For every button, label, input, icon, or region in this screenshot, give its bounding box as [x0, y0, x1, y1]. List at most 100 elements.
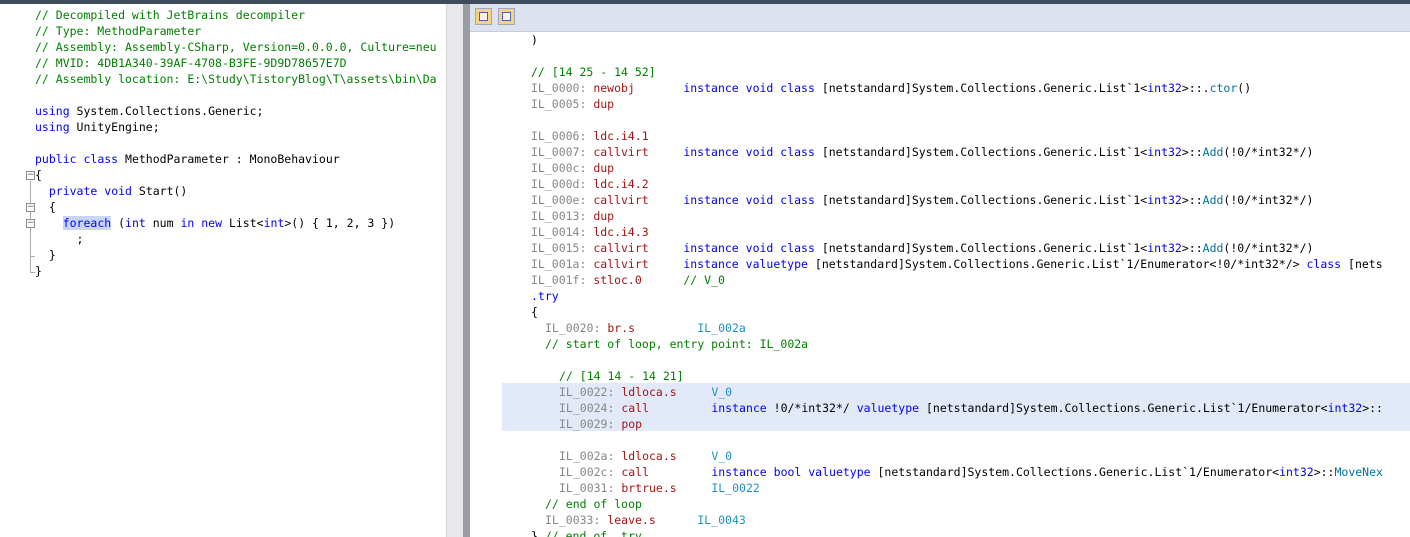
code-line[interactable]: // start of loop, entry point: IL_002a: [545, 336, 808, 352]
code-token: V_0: [711, 385, 733, 399]
code-line[interactable]: {: [35, 199, 56, 215]
il-viewer-toolbar: [470, 4, 1410, 32]
code-token: (!0/*int32*/): [1223, 241, 1314, 255]
code-token: dup: [593, 209, 615, 223]
decompiled-csharp-pane[interactable]: − − − // Decompiled with JetBrains decom…: [0, 4, 446, 537]
code-token: IL_0043: [697, 513, 746, 527]
code-token: callvirt: [593, 257, 684, 271]
code-token: IL_0006:: [531, 129, 594, 143]
code-token: >::: [1362, 401, 1383, 415]
code-line[interactable]: IL_0013: dup: [531, 208, 614, 224]
code-line[interactable]: .try: [531, 288, 559, 304]
code-token: callvirt: [593, 241, 684, 255]
code-token: // [14 14 - 14 21]: [559, 369, 684, 383]
code-token: private: [48, 184, 98, 198]
code-line[interactable]: IL_0029: pop: [559, 416, 642, 432]
code-line[interactable]: IL_001f: stloc.0 // V_0: [531, 272, 725, 288]
code-token: IL_0022:: [559, 385, 622, 399]
code-line[interactable]: }: [35, 263, 42, 279]
code-line[interactable]: IL_0000: newobj instance void class [net…: [531, 80, 1251, 96]
collapse-class-icon[interactable]: −: [26, 171, 35, 180]
code-token: Add: [1202, 193, 1224, 207]
code-line[interactable]: public class MethodParameter : MonoBehav…: [35, 151, 340, 167]
code-token: IL_0029:: [559, 417, 622, 431]
code-line[interactable]: // MVID: 4DB1A340-39AF-4708-B3FE-9D9D786…: [35, 55, 347, 71]
code-line[interactable]: IL_000c: dup: [531, 160, 614, 176]
code-line[interactable]: private void Start(): [35, 183, 188, 199]
code-line[interactable]: // Decompiled with JetBrains decompiler: [35, 7, 305, 23]
code-line[interactable]: IL_0005: dup: [531, 96, 614, 112]
code-token: }: [531, 529, 545, 537]
code-line[interactable]: // [14 14 - 14 21]: [559, 368, 684, 384]
code-token: Add: [1202, 145, 1224, 159]
code-line[interactable]: ;: [35, 231, 84, 247]
code-token: >() { 1, 2, 3 }): [284, 216, 396, 230]
left-pane-scrollbar[interactable]: [446, 4, 464, 537]
code-line[interactable]: IL_0014: ldc.i4.3: [531, 224, 649, 240]
code-token: ctor: [1209, 81, 1238, 95]
code-token: IL_0020:: [545, 321, 608, 335]
code-line[interactable]: ): [531, 32, 538, 48]
code-token: (!0/*int32*/): [1223, 193, 1314, 207]
code-line[interactable]: IL_0022: ldloca.s V_0: [559, 384, 732, 400]
code-line[interactable]: // Type: MethodParameter: [35, 23, 201, 39]
code-line[interactable]: IL_0031: brtrue.s IL_0022: [559, 480, 760, 496]
code-line[interactable]: IL_0015: callvirt instance void class [n…: [531, 240, 1313, 256]
code-line[interactable]: IL_0020: br.s IL_002a: [545, 320, 746, 336]
code-token: >::: [1181, 241, 1203, 255]
code-line[interactable]: IL_000e: callvirt instance void class [n…: [531, 192, 1313, 208]
code-token: IL_0014:: [531, 225, 594, 239]
code-line[interactable]: } // end of .try: [531, 528, 642, 537]
code-token: IL_0007:: [531, 145, 594, 159]
code-line[interactable]: // Assembly location: E:\Study\TistoryBl…: [35, 71, 437, 87]
code-token: int32: [1147, 81, 1182, 95]
code-line[interactable]: // [14 25 - 14 52]: [531, 64, 656, 80]
code-token: instance void class: [683, 241, 822, 255]
collapse-method-icon[interactable]: −: [26, 203, 35, 212]
code-token: instance: [711, 401, 774, 415]
code-token: in: [180, 216, 195, 230]
code-line[interactable]: foreach (int num in new List<int>() { 1,…: [35, 215, 395, 231]
code-line[interactable]: IL_001a: callvirt instance valuetype [ne…: [531, 256, 1383, 272]
code-line[interactable]: IL_0006: ldc.i4.1: [531, 128, 649, 144]
code-token: public: [35, 152, 77, 166]
code-token: instance bool valuetype: [711, 465, 878, 479]
collapse-foreach-icon[interactable]: −: [26, 219, 35, 228]
code-line[interactable]: IL_000d: ldc.i4.2: [531, 176, 649, 192]
code-line[interactable]: using UnityEngine;: [35, 119, 160, 135]
source-view-toggle-icon[interactable]: [498, 8, 515, 25]
code-token: instance valuetype: [683, 257, 815, 271]
code-token: IL_0013:: [531, 209, 594, 223]
code-token: using: [35, 104, 70, 118]
code-token: IL_002a:: [559, 449, 622, 463]
pane-splitter[interactable]: [463, 4, 470, 537]
code-token: leave.s: [607, 513, 698, 527]
code-line[interactable]: IL_002a: ldloca.s V_0: [559, 448, 732, 464]
il-code-pane[interactable]: ) // [14 25 - 14 52] IL_0000: newobj insta…: [470, 4, 1410, 537]
code-token: instance void class: [683, 193, 822, 207]
code-line[interactable]: }: [35, 247, 56, 263]
il-view-toggle-icon[interactable]: [475, 8, 492, 25]
code-line[interactable]: {: [531, 304, 538, 320]
code-line[interactable]: {: [35, 167, 42, 183]
code-token: pop: [621, 417, 643, 431]
code-line[interactable]: IL_0024: call instance !0/*int32*/ value…: [559, 400, 1383, 416]
code-token: callvirt: [593, 145, 684, 159]
code-line[interactable]: IL_002c: call instance bool valuetype [n…: [559, 464, 1383, 480]
code-line[interactable]: using System.Collections.Generic;: [35, 103, 264, 119]
code-token: int32: [1327, 401, 1363, 415]
code-token: V_0: [711, 449, 733, 463]
code-token: {: [531, 305, 538, 319]
code-token: ldc.i4.1: [593, 129, 649, 143]
code-token: (!0/*int32*/): [1223, 145, 1314, 159]
code-line[interactable]: // end of loop: [545, 496, 642, 512]
code-line[interactable]: IL_0007: callvirt instance void class [n…: [531, 144, 1313, 160]
code-line[interactable]: IL_0033: leave.s IL_0043: [545, 512, 746, 528]
code-token: callvirt: [593, 193, 684, 207]
code-token: IL_001f:: [531, 273, 594, 287]
code-token: instance void class: [683, 81, 822, 95]
code-line[interactable]: // Assembly: Assembly-CSharp, Version=0.…: [35, 39, 437, 55]
code-token: int32: [1147, 241, 1182, 255]
code-token: IL_0000:: [531, 81, 594, 95]
